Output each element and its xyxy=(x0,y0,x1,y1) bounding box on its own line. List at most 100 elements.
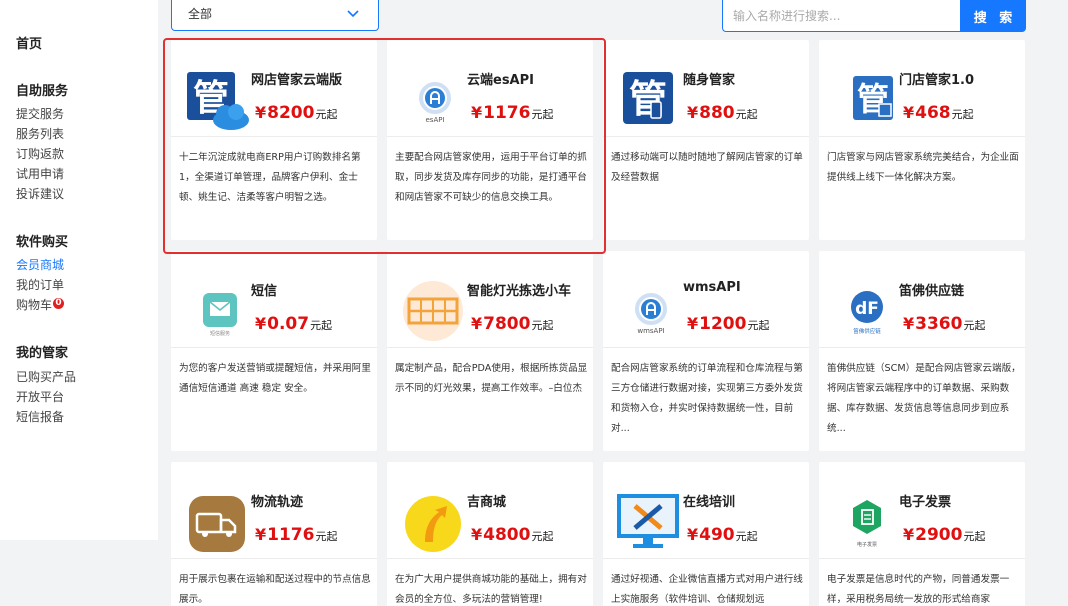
nav-item-member-mall[interactable]: 会员商城 xyxy=(16,255,64,275)
currency-symbol: ¥ xyxy=(471,314,483,333)
product-title[interactable]: 智能灯光拣选小车 xyxy=(467,280,571,299)
price-value: 7800 xyxy=(483,314,531,334)
product-price: ¥1176元起 xyxy=(471,102,553,126)
product-title[interactable]: 物流轨迹 xyxy=(251,491,303,510)
mall-icon xyxy=(401,492,465,554)
product-card[interactable]: 电子发票 电子发票 ¥2900元起 电子发票是信息时代的产物，同普通发票一样，采… xyxy=(819,462,1025,606)
esapi-icon-label: esAPI xyxy=(425,116,444,124)
product-title[interactable]: 吉商城 xyxy=(467,491,506,510)
price-suffix: 元起 xyxy=(315,108,338,121)
supply-chain-icon: dF 笛佛供应链 xyxy=(833,281,897,343)
product-title[interactable]: 笛佛供应链 xyxy=(899,280,964,299)
product-price: ¥490元起 xyxy=(687,524,758,548)
product-title[interactable]: 网店管家云端版 xyxy=(251,69,342,88)
sms-icon: 短信服务 xyxy=(185,281,249,343)
nav-item-order-refund[interactable]: 订购返款 xyxy=(16,144,64,164)
category-select-value: 全部 xyxy=(188,7,213,21)
nav-item-service-list[interactable]: 服务列表 xyxy=(16,124,64,144)
product-card[interactable]: wmsAPI wmsAPI ¥1200元起 配合网店管家系统的订单流程和仓库流程… xyxy=(603,251,809,451)
product-card[interactable]: 物流轨迹 ¥1176元起 用于展示包裹在运输和配送过程中的节点信息展示。 xyxy=(171,462,377,606)
price-suffix: 元起 xyxy=(735,530,758,543)
product-description: 为您的客户发送营销或提醒短信，并采用阿里通信短信通道 高速 稳定 安全。 xyxy=(179,363,371,394)
cart-badge: 0 xyxy=(53,298,65,309)
product-title[interactable]: wmsAPI xyxy=(683,280,741,295)
currency-symbol: ¥ xyxy=(471,103,483,122)
currency-symbol: ¥ xyxy=(687,314,699,333)
currency-symbol: ¥ xyxy=(255,314,267,333)
product-card[interactable]: 吉商城 ¥4800元起 在为广大用户提供商城功能的基础上，拥有对会员的全方位、多… xyxy=(387,462,593,606)
product-card-header: 管 随身管家 ¥880元起 xyxy=(603,40,809,137)
nav-item-cart[interactable]: 购物车 0 xyxy=(16,295,65,315)
price-suffix: 元起 xyxy=(531,530,554,543)
product-description: 属定制产品，配合PDA使用，根据所拣货品显示不同的灯光效果，提高工作效率。–白位… xyxy=(395,363,588,394)
price-suffix: 元起 xyxy=(315,530,338,543)
product-price: ¥8200元起 xyxy=(255,102,337,126)
nav-item-my-orders[interactable]: 我的订单 xyxy=(16,275,64,295)
product-title[interactable]: 短信 xyxy=(251,280,277,299)
product-card-header: 智能灯光拣选小车 ¥7800元起 xyxy=(387,251,593,348)
nav-item-submit-service[interactable]: 提交服务 xyxy=(16,104,64,124)
product-price: ¥3360元起 xyxy=(903,313,985,337)
currency-symbol: ¥ xyxy=(903,103,915,122)
price-value: 2900 xyxy=(915,525,963,545)
price-value: 490 xyxy=(699,525,735,545)
nav-item-sms-report[interactable]: 短信报备 xyxy=(16,407,64,427)
product-title[interactable]: 在线培训 xyxy=(683,491,735,510)
product-card[interactable]: 管 门店管家1.0 ¥468元起 门店管家与网店管家系统完美结合，为企业面提供线… xyxy=(819,40,1025,240)
nav-item-trial-request[interactable]: 试用申请 xyxy=(16,164,64,184)
product-title[interactable]: 云端esAPI xyxy=(467,69,534,88)
price-value: 468 xyxy=(915,103,951,123)
product-card-header: 管 网店管家云端版 ¥8200元起 xyxy=(171,40,377,137)
product-card[interactable]: 在线培训 ¥490元起 通过好视通、企业微信直播方式对用户进行线上实施服务（软件… xyxy=(603,462,809,606)
store-manager-icon: 管 xyxy=(833,70,897,132)
nav-item-complaint[interactable]: 投诉建议 xyxy=(16,184,64,204)
price-suffix: 元起 xyxy=(951,108,974,121)
nav-home[interactable]: 首页 xyxy=(16,33,42,52)
training-icon xyxy=(617,492,681,554)
product-title[interactable]: 门店管家1.0 xyxy=(899,69,974,88)
nav-group-my-manager: 我的管家 xyxy=(16,346,69,361)
esapi-icon: esAPI xyxy=(401,70,465,132)
nav-item-purchased-products[interactable]: 已购买产品 xyxy=(16,367,76,387)
price-value: 1200 xyxy=(699,314,747,334)
product-card-header: wmsAPI wmsAPI ¥1200元起 xyxy=(603,251,809,348)
product-card[interactable]: esAPI 云端esAPI ¥1176元起 主要配合网店管家使用，运用于平台订单… xyxy=(387,40,593,240)
product-description: 用于展示包裹在运输和配送过程中的节点信息展示。 xyxy=(179,574,371,605)
product-description: 主要配合网店管家使用，运用于平台订单的抓取，同步发货及库存同步的功能，是打通平台… xyxy=(395,152,587,203)
product-card-header: 管 门店管家1.0 ¥468元起 xyxy=(819,40,1025,137)
currency-symbol: ¥ xyxy=(687,525,699,544)
price-value: 3360 xyxy=(915,314,963,334)
product-card[interactable]: 智能灯光拣选小车 ¥7800元起 属定制产品，配合PDA使用，根据所拣货品显示不… xyxy=(387,251,593,451)
nav-group-software-purchase: 软件购买 xyxy=(16,235,69,250)
category-select[interactable]: 全部 xyxy=(171,0,379,31)
product-price: ¥7800元起 xyxy=(471,313,553,337)
invoice-icon: 电子发票 xyxy=(833,492,897,554)
product-title[interactable]: 电子发票 xyxy=(899,491,951,510)
price-suffix: 元起 xyxy=(747,319,770,332)
price-suffix: 元起 xyxy=(735,108,758,121)
sidebar: 首页 自助服务 提交服务 服务列表 订购返款 试用申请 投诉建议 软件购买 会员… xyxy=(0,0,158,540)
logistics-icon xyxy=(185,492,249,554)
price-suffix: 元起 xyxy=(531,108,554,121)
cloud-manager-icon: 管 xyxy=(185,70,249,132)
price-suffix: 元起 xyxy=(963,319,986,332)
product-description: 在为广大用户提供商城功能的基础上，拥有对会员的全方位、多玩法的营销管理! xyxy=(395,574,587,605)
product-card[interactable]: 短信服务 短信 ¥0.07元起 为您的客户发送营销或提醒短信，并采用阿里通信短信… xyxy=(171,251,377,451)
price-value: 8200 xyxy=(267,103,315,123)
search-input[interactable] xyxy=(722,0,960,32)
search-button[interactable]: 搜 索 xyxy=(960,0,1026,32)
product-price: ¥0.07元起 xyxy=(255,313,332,337)
product-card-header: dF 笛佛供应链 笛佛供应链 ¥3360元起 xyxy=(819,251,1025,348)
price-value: 1176 xyxy=(267,525,315,545)
product-card[interactable]: 管 随身管家 ¥880元起 通过移动端可以随时随地了解网店管家的订单及经营数据 xyxy=(603,40,809,240)
product-card[interactable]: dF 笛佛供应链 笛佛供应链 ¥3360元起 笛佛供应链（SCM）是配合网店管家… xyxy=(819,251,1025,451)
currency-symbol: ¥ xyxy=(903,314,915,333)
product-title[interactable]: 随身管家 xyxy=(683,69,735,88)
product-description: 配合网店管家系统的订单流程和仓库流程与第三方仓储进行数据对接，实现第三方委外发货… xyxy=(611,363,803,434)
product-card-header: esAPI 云端esAPI ¥1176元起 xyxy=(387,40,593,137)
currency-symbol: ¥ xyxy=(255,103,267,122)
product-card-header: 在线培训 ¥490元起 xyxy=(603,462,809,559)
product-price: ¥880元起 xyxy=(687,102,758,126)
nav-item-open-platform[interactable]: 开放平台 xyxy=(16,387,64,407)
product-card[interactable]: 管 网店管家云端版 ¥8200元起 十二年沉淀成就电商ERP用户订购数排名第1，… xyxy=(171,40,377,240)
